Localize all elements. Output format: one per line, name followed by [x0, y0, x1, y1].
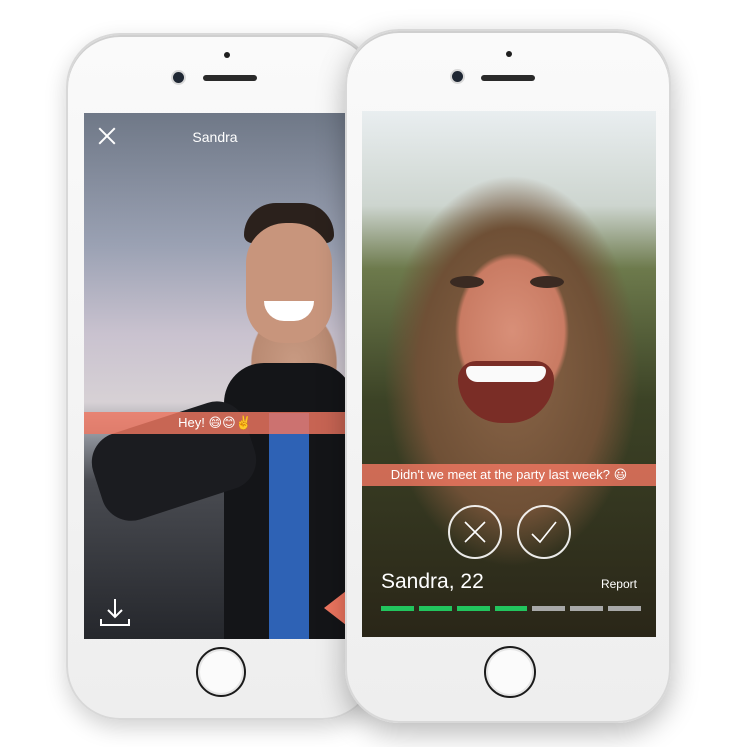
reject-button[interactable]	[448, 505, 502, 559]
accept-icon	[531, 521, 557, 544]
profile-name: Sandra, 22	[381, 570, 484, 593]
chat-message-bar: Hey! 😄😊✌️	[84, 412, 346, 434]
story-progress-segment	[418, 606, 452, 611]
story-progress-segment	[456, 606, 490, 611]
phone-right: Didn't we meet at the party last week? 😃…	[345, 29, 671, 723]
profile-message-text: Didn't we meet at the party last week? 😃	[390, 467, 628, 482]
profile-message-bar: Didn't we meet at the party last week? 😃	[362, 464, 656, 486]
story-progress-segment	[570, 606, 604, 611]
front-camera	[452, 71, 463, 82]
chat-title: Sandra	[192, 129, 238, 145]
earpiece-speaker	[203, 75, 257, 81]
story-progress-segment	[494, 606, 528, 611]
phone-left: Sandra Hey! 😄😊✌️	[66, 33, 376, 720]
story-progress-segment	[608, 606, 642, 611]
home-button[interactable]	[484, 646, 536, 698]
send-arrow-icon[interactable]	[324, 591, 346, 625]
home-button[interactable]	[196, 647, 246, 697]
chat-message-text: Hey! 😄😊✌️	[178, 415, 252, 430]
proximity-sensor	[224, 52, 230, 58]
story-progress-segment	[532, 606, 566, 611]
report-button[interactable]: Report	[601, 577, 637, 591]
photo-face	[362, 111, 656, 637]
download-icon[interactable]	[98, 597, 132, 629]
earpiece-speaker	[481, 75, 535, 81]
front-camera	[173, 72, 184, 83]
story-progress	[381, 606, 642, 611]
reject-icon	[464, 521, 486, 543]
profile-screen: Didn't we meet at the party last week? 😃…	[362, 111, 656, 637]
chat-screen: Sandra Hey! 😄😊✌️	[84, 113, 346, 639]
story-progress-segment	[381, 606, 414, 611]
proximity-sensor	[506, 51, 512, 57]
accept-button[interactable]	[517, 505, 571, 559]
